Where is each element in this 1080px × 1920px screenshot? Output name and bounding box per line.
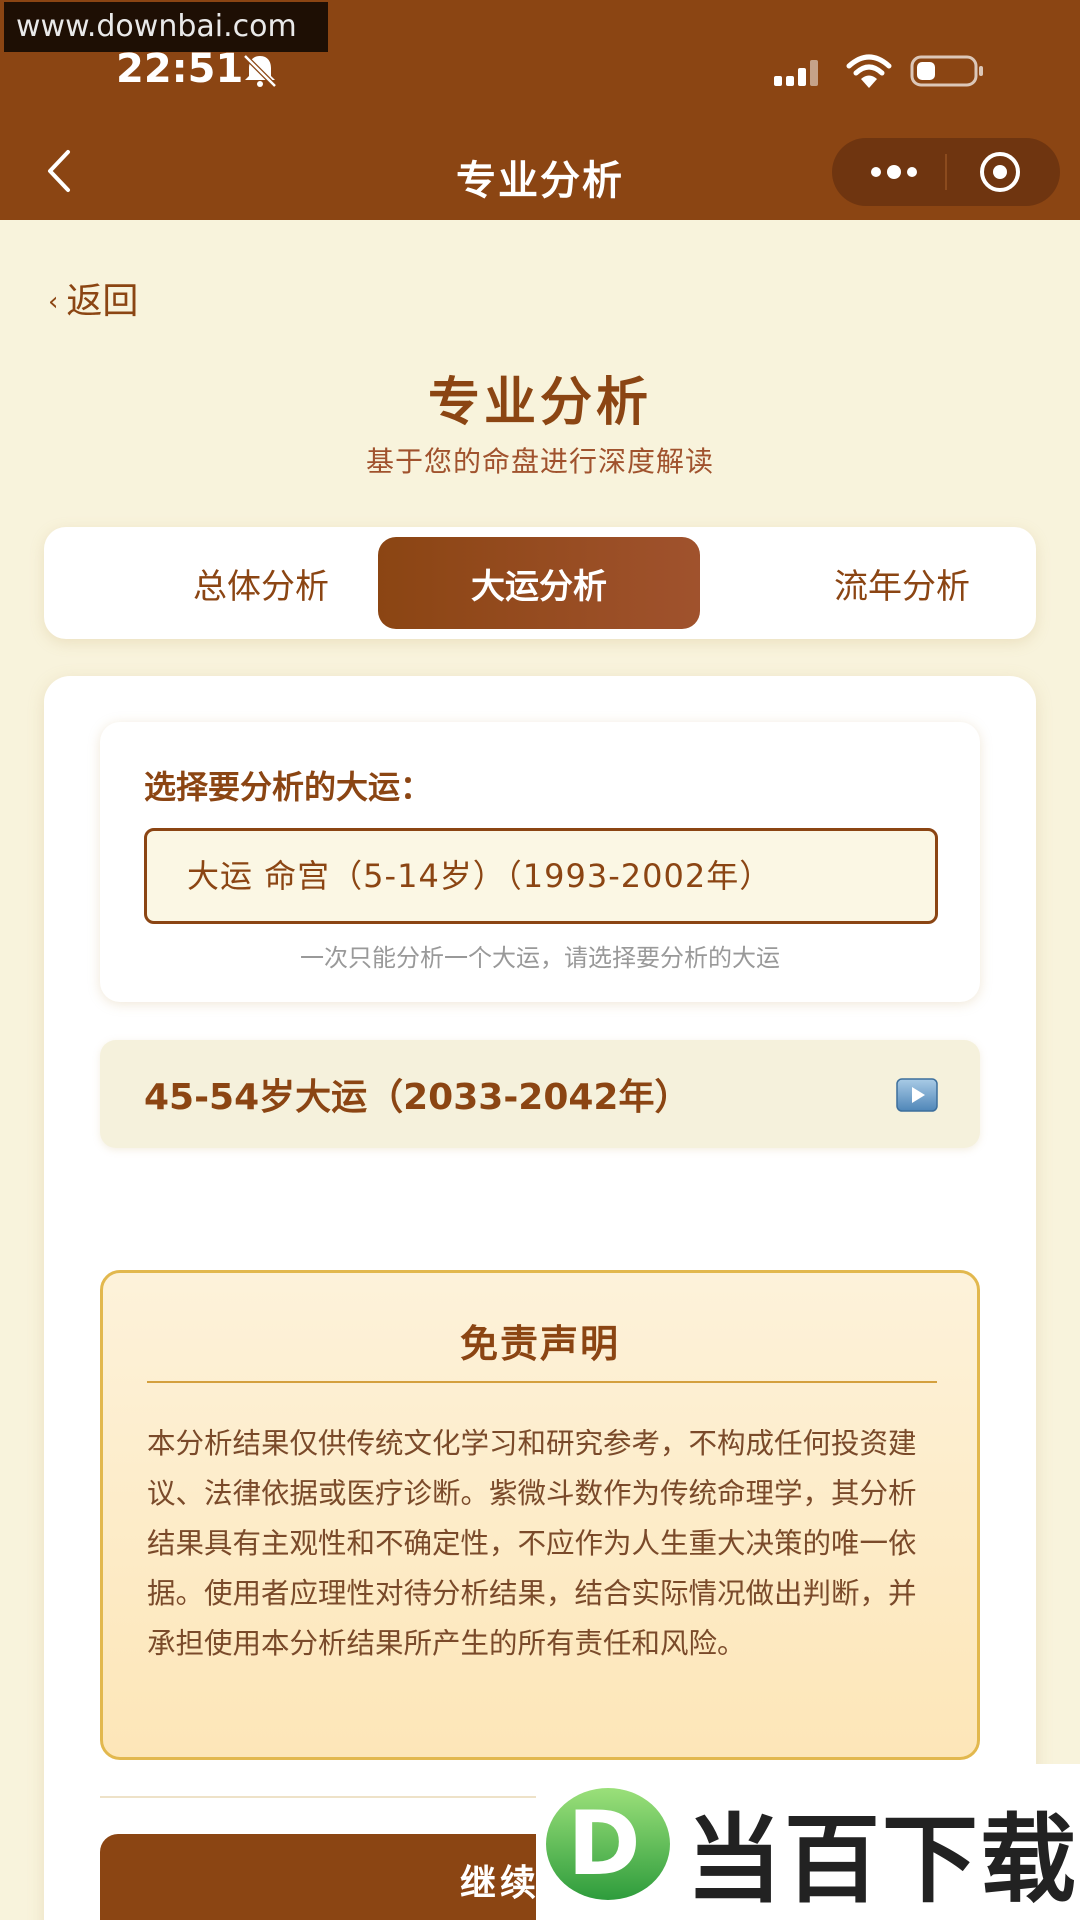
mini-program-capsule [832,138,1060,206]
back-link-label: 返回 [66,281,139,322]
back-link[interactable]: ‹ 返回 [48,272,138,324]
status-time: 22:51 [116,46,244,92]
analysis-tabs: 总体分析 大运分析 流年分析 [44,527,1036,639]
page-subtitle: 基于您的命盘进行深度解读 [365,445,714,478]
watermark-url: www.downbai.com [4,2,328,52]
dayun-item-label: 45-54岁大运（2033-2042年） [144,1077,691,1118]
disclaimer-title: 免责声明 [459,1322,620,1366]
signal-icon [774,60,818,86]
disclaimer-divider [147,1381,937,1383]
nav-bar: 专业分析 [0,110,1080,220]
bell-muted-icon [243,54,277,88]
more-icon[interactable] [862,152,926,192]
watermark-logo: D 当百下载 [536,1764,1080,1920]
disclaimer-box: 免责声明 本分析结果仅供传统文化学习和研究参考，不构成任何投资建议、法律依据或医… [100,1270,980,1760]
select-hint: 一次只能分析一个大运，请选择要分析的大运 [300,944,780,972]
dayun-select-card: 选择要分析的大运： 大运 命宫（5-14岁）（1993-2002年） 一次只能分… [100,722,980,1002]
wifi-icon [846,54,892,88]
chevron-left-icon: ‹ [48,287,59,317]
disclaimer-text: 本分析结果仅供传统文化学习和研究参考，不构成任何投资建议、法律依据或医疗诊断。紫… [147,1427,917,1660]
battery-icon [910,55,983,87]
logo-badge-letter: D [567,1792,640,1895]
downbai-logo-icon: D [546,1788,670,1900]
main-card: 选择要分析的大运： 大运 命宫（5-14岁）（1993-2002年） 一次只能分… [44,676,1036,1920]
play-icon[interactable] [896,1078,938,1112]
dayun-select[interactable]: 大运 命宫（5-14岁）（1993-2002年） [144,828,938,924]
tab-overall-analysis[interactable]: 总体分析 [100,537,422,629]
page-title: 专业分析 [427,373,652,433]
tab-annual-analysis[interactable]: 流年分析 [741,537,1063,629]
tab-major-luck-analysis[interactable]: 大运分析 [378,537,700,629]
close-target-icon[interactable] [978,150,1022,194]
dayun-list-item[interactable]: 45-54岁大运（2033-2042年） [100,1040,980,1148]
capsule-divider [945,154,947,190]
watermark-brand-text: 当百下载 [686,1804,1078,1916]
select-label: 选择要分析的大运： [144,768,433,806]
